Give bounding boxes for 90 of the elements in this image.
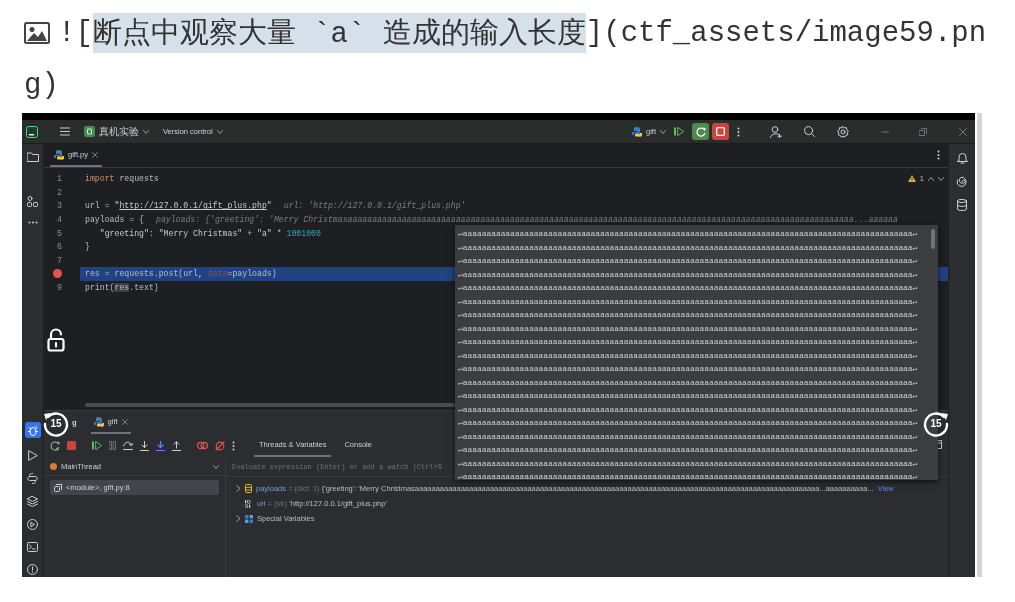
line-number: 4 [57,215,62,225]
python-console-icon[interactable] [27,473,38,484]
vertical-scrollbar[interactable] [977,113,982,577]
markdown-syntax: ![ [58,16,93,50]
skip-forward-button[interactable]: 15 [922,409,950,437]
inlay-hint: url: 'http://127.0.0.1/gift_plus.php' [283,201,466,211]
structure-icon[interactable] [27,196,38,207]
circular-arrow-icon [922,409,950,437]
image-alt-text: 断点中观察大量 `a` 造成的输入长度 [92,13,586,53]
step-into-my-code-icon[interactable] [156,440,165,451]
chevron-down-icon[interactable] [938,176,944,181]
view-breakpoints-icon[interactable] [197,441,208,450]
services-icon[interactable] [27,519,38,530]
chevron-down-icon [143,129,149,134]
more-icon[interactable] [937,149,940,160]
line-number: 5 [57,228,62,238]
chevron-up-icon[interactable] [928,176,934,181]
spiral-icon[interactable] [956,176,968,187]
resume-icon[interactable] [92,441,102,450]
notifications-icon[interactable] [956,152,968,164]
code-text: print(res.text) [85,283,159,293]
more-icon[interactable] [27,221,38,224]
step-into-icon[interactable] [140,440,149,451]
database-icon[interactable] [957,199,967,211]
line-number: 9 [57,283,62,293]
resume-icon[interactable] [674,127,684,136]
code-text: import requests [85,174,159,184]
breakpoint-icon[interactable] [53,269,62,279]
debug-button[interactable] [24,422,41,438]
stop-button[interactable] [712,123,729,140]
circular-arrow-icon [42,409,70,437]
code-text: res = requests.post(url, data=payloads) [85,269,277,279]
tooltip-scrollbar[interactable] [931,229,935,249]
image-icon [24,22,50,44]
python-icon [54,149,64,160]
chevron-right-icon[interactable] [236,485,241,492]
string-icon [245,499,253,508]
code-text: payloads = { [85,215,144,225]
horizontal-scrollbar[interactable] [85,403,455,407]
warning-icon [907,175,916,182]
close-icon[interactable] [121,418,128,425]
problems-icon[interactable] [27,564,38,575]
step-over-icon[interactable] [123,441,133,450]
special-variables-icon [245,514,253,523]
line-number: 2 [57,187,62,197]
line-number: 3 [57,201,62,211]
code-text: "greeting": "Merry Christmas" + "a" * 1001000 [98,228,321,238]
search-icon[interactable] [804,126,815,137]
bug-icon [27,424,38,436]
menu-icon[interactable] [60,127,70,136]
more-icon[interactable] [737,126,740,137]
chevron-down-icon [213,464,219,469]
python-icon [632,126,642,137]
project-badge-icon [84,126,95,137]
chevron-down-icon [660,129,666,134]
code-text: } [85,242,90,252]
stop-icon [716,127,725,136]
chevron-right-icon[interactable] [236,515,241,522]
code-text: url = "http://127.0.0.1/gift_plus.php" [85,201,272,211]
step-out-icon[interactable] [172,440,181,451]
restore-icon[interactable] [919,127,927,136]
line-number: 1 [57,174,62,184]
pause-icon[interactable] [109,441,116,450]
folder-icon[interactable] [26,152,39,162]
rerun-icon[interactable] [50,440,60,451]
line-number: 6 [57,242,62,252]
chevron-down-icon [216,129,223,134]
settings-icon[interactable] [837,125,849,138]
frame-icon [54,483,62,492]
close-icon[interactable] [92,151,98,158]
image-path-text: ](ctf_assets/image59.pn [585,16,987,50]
add-user-icon[interactable] [770,125,782,138]
close-icon[interactable] [959,127,967,136]
image-path-text: g) [24,68,59,102]
project-selector[interactable]: 真机实验 [84,124,149,139]
terminal-icon[interactable] [27,542,38,552]
skip-back-button[interactable]: 15 [42,409,70,437]
run-icon[interactable] [27,450,38,461]
python-icon [93,416,104,427]
rerun-button[interactable] [692,123,709,140]
app-logo-icon[interactable] [26,125,38,138]
thread-status-icon [50,462,57,470]
line-number: 7 [57,255,62,265]
inlay-hint: payloads: {'greeting': 'Merry Christmasaaaaaaaaaaaaaaaaaaaaaaaaaaaaaaaaaaaaaaaaaaaaaaaaaaaaaaaaaaaaaaaaaaaaaaaaaaaaaaaaaaaaaaaaaaaaaaaaaaaaaaa...aaaaaa [155,215,898,225]
layers-icon[interactable] [27,496,38,507]
mute-breakpoints-icon[interactable] [215,440,225,451]
dictionary-icon [245,484,252,493]
circular-arrow-icon [695,126,706,137]
more-icon[interactable] [232,440,235,451]
lock-icon[interactable] [47,328,65,352]
